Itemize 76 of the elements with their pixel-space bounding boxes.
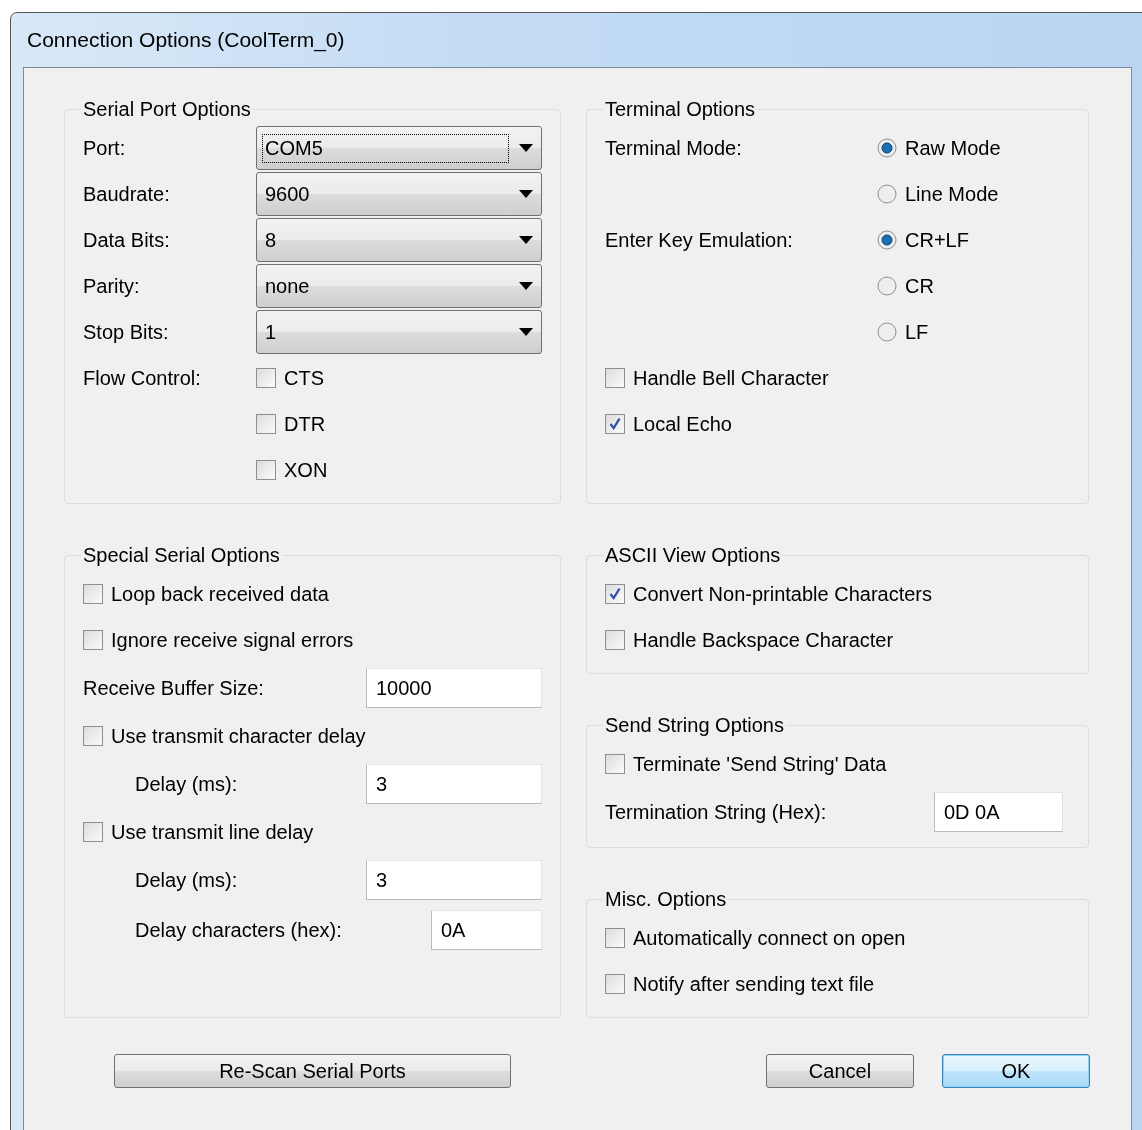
group-title: Serial Port Options	[82, 98, 252, 121]
checkbox-label: Automatically connect on open	[633, 926, 906, 950]
field-label: Terminal Mode:	[605, 136, 743, 161]
checkbox[interactable]	[256, 414, 276, 434]
radio-label: CR	[905, 274, 934, 298]
radio-button[interactable]	[877, 322, 897, 342]
checkbox-label: DTR	[284, 412, 326, 436]
dropdown[interactable]: 1	[256, 310, 542, 354]
checkbox-label: Ignore receive signal errors	[111, 628, 354, 652]
checkbox-label: XON	[284, 458, 328, 482]
window-title: Connection Options (CoolTerm_0)	[27, 28, 345, 52]
radio-button[interactable]	[877, 230, 897, 250]
input-field[interactable]: 10000	[366, 668, 542, 708]
field-label: Delay (ms):	[135, 772, 238, 796]
checkbox[interactable]	[83, 726, 103, 746]
dropdown-arrow-icon	[519, 282, 533, 290]
dropdown-arrow-icon	[519, 190, 533, 198]
group-title: Misc. Options	[604, 888, 728, 911]
checkbox[interactable]	[83, 630, 103, 650]
radio-label: Line Mode	[905, 182, 999, 206]
field-label: Delay characters (hex):	[135, 918, 342, 942]
dropdown-arrow-icon	[519, 236, 533, 244]
field-label: Stop Bits:	[83, 320, 170, 344]
field-label: Receive Buffer Size:	[83, 676, 264, 700]
checkbox[interactable]	[256, 368, 276, 388]
checkbox[interactable]	[605, 414, 625, 434]
group-title: ASCII View Options	[604, 544, 782, 567]
field-label: Enter Key Emulation:	[605, 228, 794, 253]
field-label: Termination String (Hex):	[605, 800, 827, 824]
checkbox[interactable]	[83, 584, 103, 604]
dropdown[interactable]: 8	[256, 218, 542, 262]
group-title: Special Serial Options	[82, 544, 281, 567]
radio-label: Raw Mode	[905, 136, 1001, 160]
dropdown[interactable]: 9600	[256, 172, 542, 216]
checkbox-label: Use transmit line delay	[111, 820, 314, 844]
field-label: Data Bits:	[83, 228, 171, 252]
field-label: Baudrate:	[83, 182, 171, 206]
field-label: Delay (ms):	[135, 868, 238, 892]
checkbox-label: Loop back received data	[111, 582, 329, 606]
dropdown[interactable]: COM5	[256, 126, 542, 170]
radio-label: CR+LF	[905, 228, 969, 252]
input-field[interactable]: 3	[366, 860, 542, 900]
checkbox[interactable]	[605, 368, 625, 388]
field-label: Parity:	[83, 274, 141, 298]
checkbox[interactable]	[605, 928, 625, 948]
input-field[interactable]: 0D 0A	[934, 792, 1063, 832]
radio-button[interactable]	[877, 138, 897, 158]
checkbox[interactable]	[83, 822, 103, 842]
checkbox-label: Handle Backspace Character	[633, 628, 894, 652]
field-label: Flow Control:	[83, 366, 202, 391]
group-title: Send String Options	[604, 714, 785, 737]
radio-button[interactable]	[877, 184, 897, 204]
checkbox[interactable]	[256, 460, 276, 480]
dropdown-arrow-icon	[519, 328, 533, 336]
dialog-button[interactable]: Cancel	[766, 1054, 914, 1088]
input-field[interactable]: 3	[366, 764, 542, 804]
dropdown[interactable]: none	[256, 264, 542, 308]
checkbox-label: CTS	[284, 366, 324, 390]
radio-button[interactable]	[877, 276, 897, 296]
checkbox-label: Terminate 'Send String' Data	[633, 752, 887, 776]
checkbox[interactable]	[605, 974, 625, 994]
checkbox-label: Convert Non-printable Characters	[633, 582, 933, 606]
checkbox-label: Notify after sending text file	[633, 972, 875, 996]
checkbox-label: Use transmit character delay	[111, 724, 366, 748]
checkbox-label: Handle Bell Character	[633, 366, 829, 390]
dialog-button[interactable]: OK	[942, 1054, 1090, 1088]
checkbox[interactable]	[605, 584, 625, 604]
checkbox[interactable]	[605, 630, 625, 650]
checkbox-label: Local Echo	[633, 412, 732, 436]
checkbox[interactable]	[605, 754, 625, 774]
field-label: Port:	[83, 136, 127, 160]
dialog-button[interactable]: Re-Scan Serial Ports	[114, 1054, 511, 1088]
dropdown-arrow-icon	[519, 144, 533, 152]
input-field[interactable]: 0A	[431, 910, 542, 950]
radio-label: LF	[905, 320, 929, 344]
group-title: Terminal Options	[604, 98, 757, 121]
